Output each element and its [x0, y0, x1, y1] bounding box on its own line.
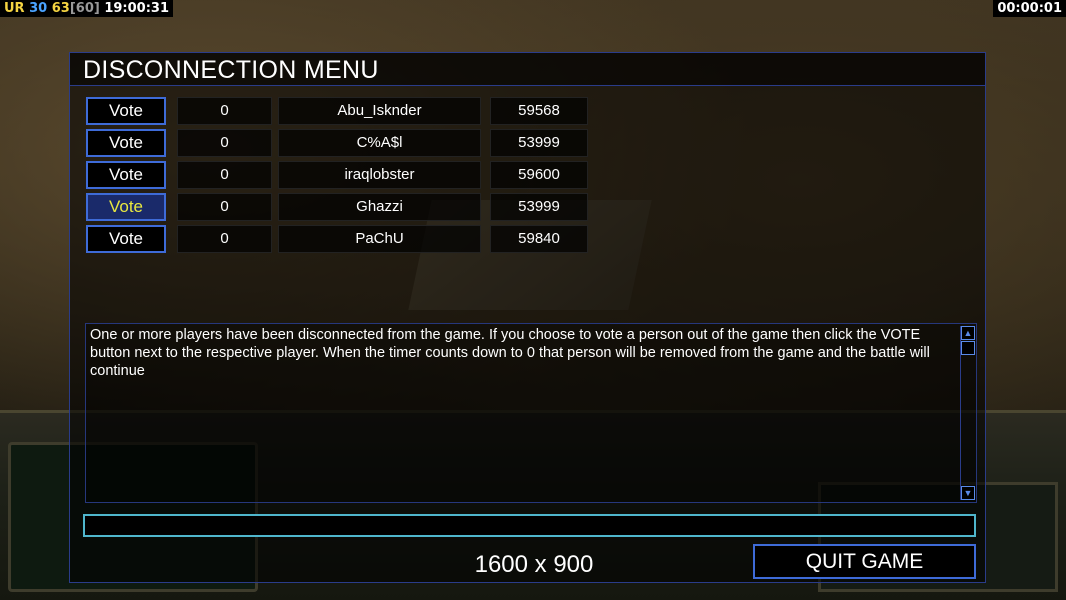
message-box: One or more players have been disconnect…: [85, 323, 977, 503]
vote-count: 0: [177, 193, 272, 221]
vote-button[interactable]: Vote: [86, 129, 166, 157]
hud-frame: 63: [51, 1, 70, 16]
scroll-thumb[interactable]: [961, 341, 975, 355]
player-name: Ghazzi: [278, 193, 481, 221]
hud-clock: 19:00:31: [104, 1, 170, 16]
player-timer: 53999: [490, 129, 588, 157]
player-timer: 59568: [490, 97, 588, 125]
message-text: One or more players have been disconnect…: [90, 327, 930, 379]
player-name: iraqlobster: [278, 161, 481, 189]
hud-fps: 30: [29, 1, 48, 16]
vote-count: 0: [177, 129, 272, 157]
player-timer: 59840: [490, 225, 588, 253]
scroll-up-arrow-icon[interactable]: ▲: [961, 326, 975, 340]
vote-button[interactable]: Vote: [86, 193, 166, 221]
scroll-down-arrow-icon[interactable]: ▼: [961, 486, 975, 500]
vote-count: 0: [177, 161, 272, 189]
vote-button[interactable]: Vote: [86, 225, 166, 253]
quit-game-button[interactable]: QUIT GAME: [753, 544, 976, 579]
vote-button[interactable]: Vote: [86, 161, 166, 189]
chat-input[interactable]: [83, 514, 976, 537]
dialog-title-bar: DISCONNECTION MENU: [70, 53, 985, 86]
vote-count: 0: [177, 97, 272, 125]
message-scrollbar[interactable]: ▲ ▼: [960, 326, 975, 500]
dialog-title: DISCONNECTION MENU: [83, 56, 379, 84]
resolution-label: 1600 x 900: [474, 551, 594, 578]
disconnection-dialog: DISCONNECTION MENU Vote 0 Abu_Isknder 59…: [69, 52, 986, 583]
player-name: C%A$l: [278, 129, 481, 157]
player-name: Abu_Isknder: [278, 97, 481, 125]
vote-count: 0: [177, 225, 272, 253]
hud-tag: UR: [4, 1, 25, 16]
hud-stats: UR 30 63[60] 19:00:31: [0, 0, 174, 17]
player-name: PaChU: [278, 225, 481, 253]
hud-frame-cap: [60]: [69, 1, 100, 16]
vote-button[interactable]: Vote: [86, 97, 166, 125]
hud-game-timer: 00:00:01: [993, 0, 1066, 17]
player-timer: 53999: [490, 193, 588, 221]
player-timer: 59600: [490, 161, 588, 189]
